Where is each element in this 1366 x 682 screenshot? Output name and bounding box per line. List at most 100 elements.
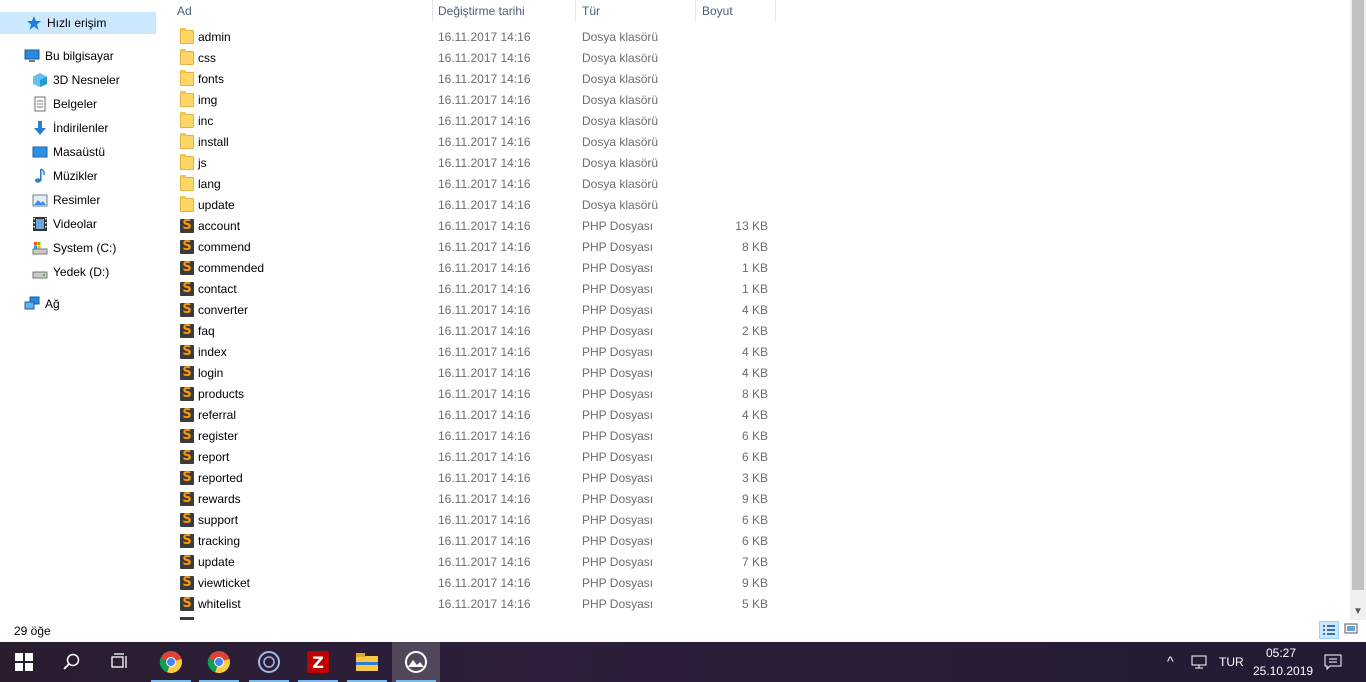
file-row[interactable]: register 16.11.2017 14:16 PHP Dosyası 6 KB: [172, 426, 777, 447]
star-icon: [26, 15, 42, 31]
large-icons-view-icon: [1344, 623, 1358, 634]
file-row[interactable]: whitelist 16.11.2017 14:16 PHP Dosyası 5 KB: [172, 594, 777, 615]
file-size: 9 KB: [741, 576, 768, 590]
file-size: 6 KB: [741, 534, 768, 548]
file-row[interactable]: report 16.11.2017 14:16 PHP Dosyası 6 KB: [172, 447, 777, 468]
nav-item-3d-objects[interactable]: 3D Nesneler: [0, 69, 120, 91]
file-row[interactable]: commend 16.11.2017 14:16 PHP Dosyası 8 KB: [172, 237, 777, 258]
download-arrow-icon: [32, 120, 48, 136]
file-row[interactable]: faq 16.11.2017 14:16 PHP Dosyası 2 KB: [172, 321, 777, 342]
nav-item-pictures[interactable]: Resimler: [0, 189, 100, 211]
taskbar-app-chrome[interactable]: [147, 642, 195, 682]
network-status-icon[interactable]: [1190, 655, 1208, 672]
file-row[interactable]: inc 16.11.2017 14:16 Dosya klasörü: [172, 111, 777, 132]
clock-date[interactable]: 25.10.2019: [1253, 664, 1313, 678]
file-name: account: [198, 219, 241, 233]
file-date: 16.11.2017 14:16: [438, 72, 531, 86]
file-date: 16.11.2017 14:16: [438, 534, 531, 548]
file-row[interactable]: lang 16.11.2017 14:16 Dosya klasörü: [172, 174, 777, 195]
details-view-button[interactable]: [1319, 621, 1339, 639]
file-row[interactable]: update 16.11.2017 14:16 PHP Dosyası 7 KB: [172, 552, 777, 573]
column-header-type[interactable]: Tür: [582, 0, 600, 22]
file-row[interactable]: rewards 16.11.2017 14:16 PHP Dosyası 9 KB: [172, 489, 777, 510]
column-divider[interactable]: [432, 0, 433, 22]
file-row[interactable]: referral 16.11.2017 14:16 PHP Dosyası 4 KB: [172, 405, 777, 426]
file-size: 4 KB: [741, 366, 768, 380]
nav-item-backup-drive[interactable]: Yedek (D:): [0, 261, 109, 283]
folder-icon: [180, 196, 194, 212]
file-row[interactable]: contact 16.11.2017 14:16 PHP Dosyası 1 KB: [172, 279, 777, 300]
file-row[interactable]: reported 16.11.2017 14:16 PHP Dosyası 3 KB: [172, 468, 777, 489]
scrollbar-thumb[interactable]: [1352, 0, 1364, 590]
vertical-scrollbar[interactable]: ▼: [1350, 0, 1366, 620]
nav-item-music[interactable]: Müzikler: [0, 165, 98, 187]
column-header-date[interactable]: Değiştirme tarihi: [438, 0, 525, 22]
input-language[interactable]: TUR: [1219, 655, 1244, 669]
column-divider[interactable]: [775, 0, 776, 22]
windows-logo-icon: [15, 653, 33, 671]
column-header-name[interactable]: Ad: [177, 0, 192, 22]
column-header-size[interactable]: Boyut: [702, 0, 733, 22]
file-name: reported: [198, 471, 243, 485]
nav-item-documents[interactable]: Belgeler: [0, 93, 97, 115]
file-name: whitelist: [198, 597, 241, 611]
file-row[interactable]: support 16.11.2017 14:16 PHP Dosyası 6 KB: [172, 510, 777, 531]
task-view-button[interactable]: [96, 642, 144, 682]
file-row[interactable]: viewticket 16.11.2017 14:16 PHP Dosyası 9 K…: [172, 573, 777, 594]
nav-item-label: Masaüstü: [53, 145, 106, 159]
nav-this-pc[interactable]: Bu bilgisayar: [0, 45, 114, 67]
file-row[interactable]: update 16.11.2017 14:16 Dosya klasörü: [172, 195, 777, 216]
action-center-icon[interactable]: [1324, 654, 1342, 673]
file-row[interactable]: converter 16.11.2017 14:16 PHP Dosyası 4 KB: [172, 300, 777, 321]
file-name: lang: [198, 177, 221, 191]
file-row[interactable]: login 16.11.2017 14:16 PHP Dosyası 4 KB: [172, 363, 777, 384]
nav-item-system-drive[interactable]: System (C:): [0, 237, 116, 259]
folder-icon: [180, 112, 194, 128]
large-icons-view-button[interactable]: [1342, 621, 1362, 639]
file-size: 4 KB: [741, 303, 768, 317]
status-bar: 29 öğe: [0, 620, 1366, 642]
file-row[interactable]: css 16.11.2017 14:16 Dosya klasörü: [172, 48, 777, 69]
clock-time[interactable]: 05:27: [1266, 646, 1296, 660]
taskbar-app-cortana[interactable]: [245, 642, 293, 682]
nav-quick-access-label: Hızlı erişim: [47, 16, 107, 30]
file-row[interactable]: commended 16.11.2017 14:16 PHP Dosyası 1 KB: [172, 258, 777, 279]
file-row[interactable]: fonts 16.11.2017 14:16 Dosya klasörü: [172, 69, 777, 90]
nav-item-desktop[interactable]: Masaüstü: [0, 141, 105, 163]
file-date: 16.11.2017 14:16: [438, 366, 531, 380]
nav-item-videos[interactable]: Videolar: [0, 213, 97, 235]
file-name: commended: [198, 261, 265, 275]
scroll-down-arrow-icon[interactable]: ▼: [1350, 604, 1366, 620]
file-name: tracking: [198, 534, 241, 548]
start-button[interactable]: [0, 642, 48, 682]
php-file-icon: [180, 407, 194, 422]
file-row[interactable]: account 16.11.2017 14:16 PHP Dosyası 13 KB: [172, 216, 777, 237]
file-row[interactable]: products 16.11.2017 14:16 PHP Dosyası 8 KB: [172, 384, 777, 405]
file-row[interactable]: tracking 16.11.2017 14:16 PHP Dosyası 6 KB: [172, 531, 777, 552]
taskbar-app-chrome-2[interactable]: [195, 642, 243, 682]
file-type: Dosya klasörü: [582, 135, 659, 149]
file-type: Dosya klasörü: [582, 93, 659, 107]
column-divider[interactable]: [695, 0, 696, 22]
taskbar-app-filezilla[interactable]: Z: [294, 642, 342, 682]
nav-item-label: System (C:): [53, 241, 117, 255]
nav-item-downloads[interactable]: İndirilenler: [0, 117, 108, 139]
folder-icon: [180, 154, 194, 170]
file-row[interactable]: index 16.11.2017 14:16 PHP Dosyası 4 KB: [172, 342, 777, 363]
search-button[interactable]: [48, 642, 96, 682]
file-row[interactable]: js 16.11.2017 14:16 Dosya klasörü: [172, 153, 777, 174]
nav-quick-access[interactable]: Hızlı erişim: [0, 12, 156, 34]
taskbar-app-explorer[interactable]: [343, 642, 391, 682]
folder-icon: [180, 70, 194, 86]
show-hidden-icons-chevron-icon[interactable]: ^: [1167, 653, 1174, 669]
file-name: js: [198, 156, 207, 170]
folder-icon: [180, 49, 194, 65]
file-row[interactable]: img 16.11.2017 14:16 Dosya klasörü: [172, 90, 777, 111]
nav-item-label: Yedek (D:): [53, 265, 110, 279]
file-row[interactable]: admin 16.11.2017 14:16 Dosya klasörü: [172, 27, 777, 48]
taskbar-app-photos[interactable]: [392, 642, 440, 682]
nav-network[interactable]: Ağ: [0, 293, 60, 315]
folder-icon: [180, 28, 194, 44]
column-divider[interactable]: [575, 0, 576, 22]
file-row[interactable]: install 16.11.2017 14:16 Dosya klasörü: [172, 132, 777, 153]
